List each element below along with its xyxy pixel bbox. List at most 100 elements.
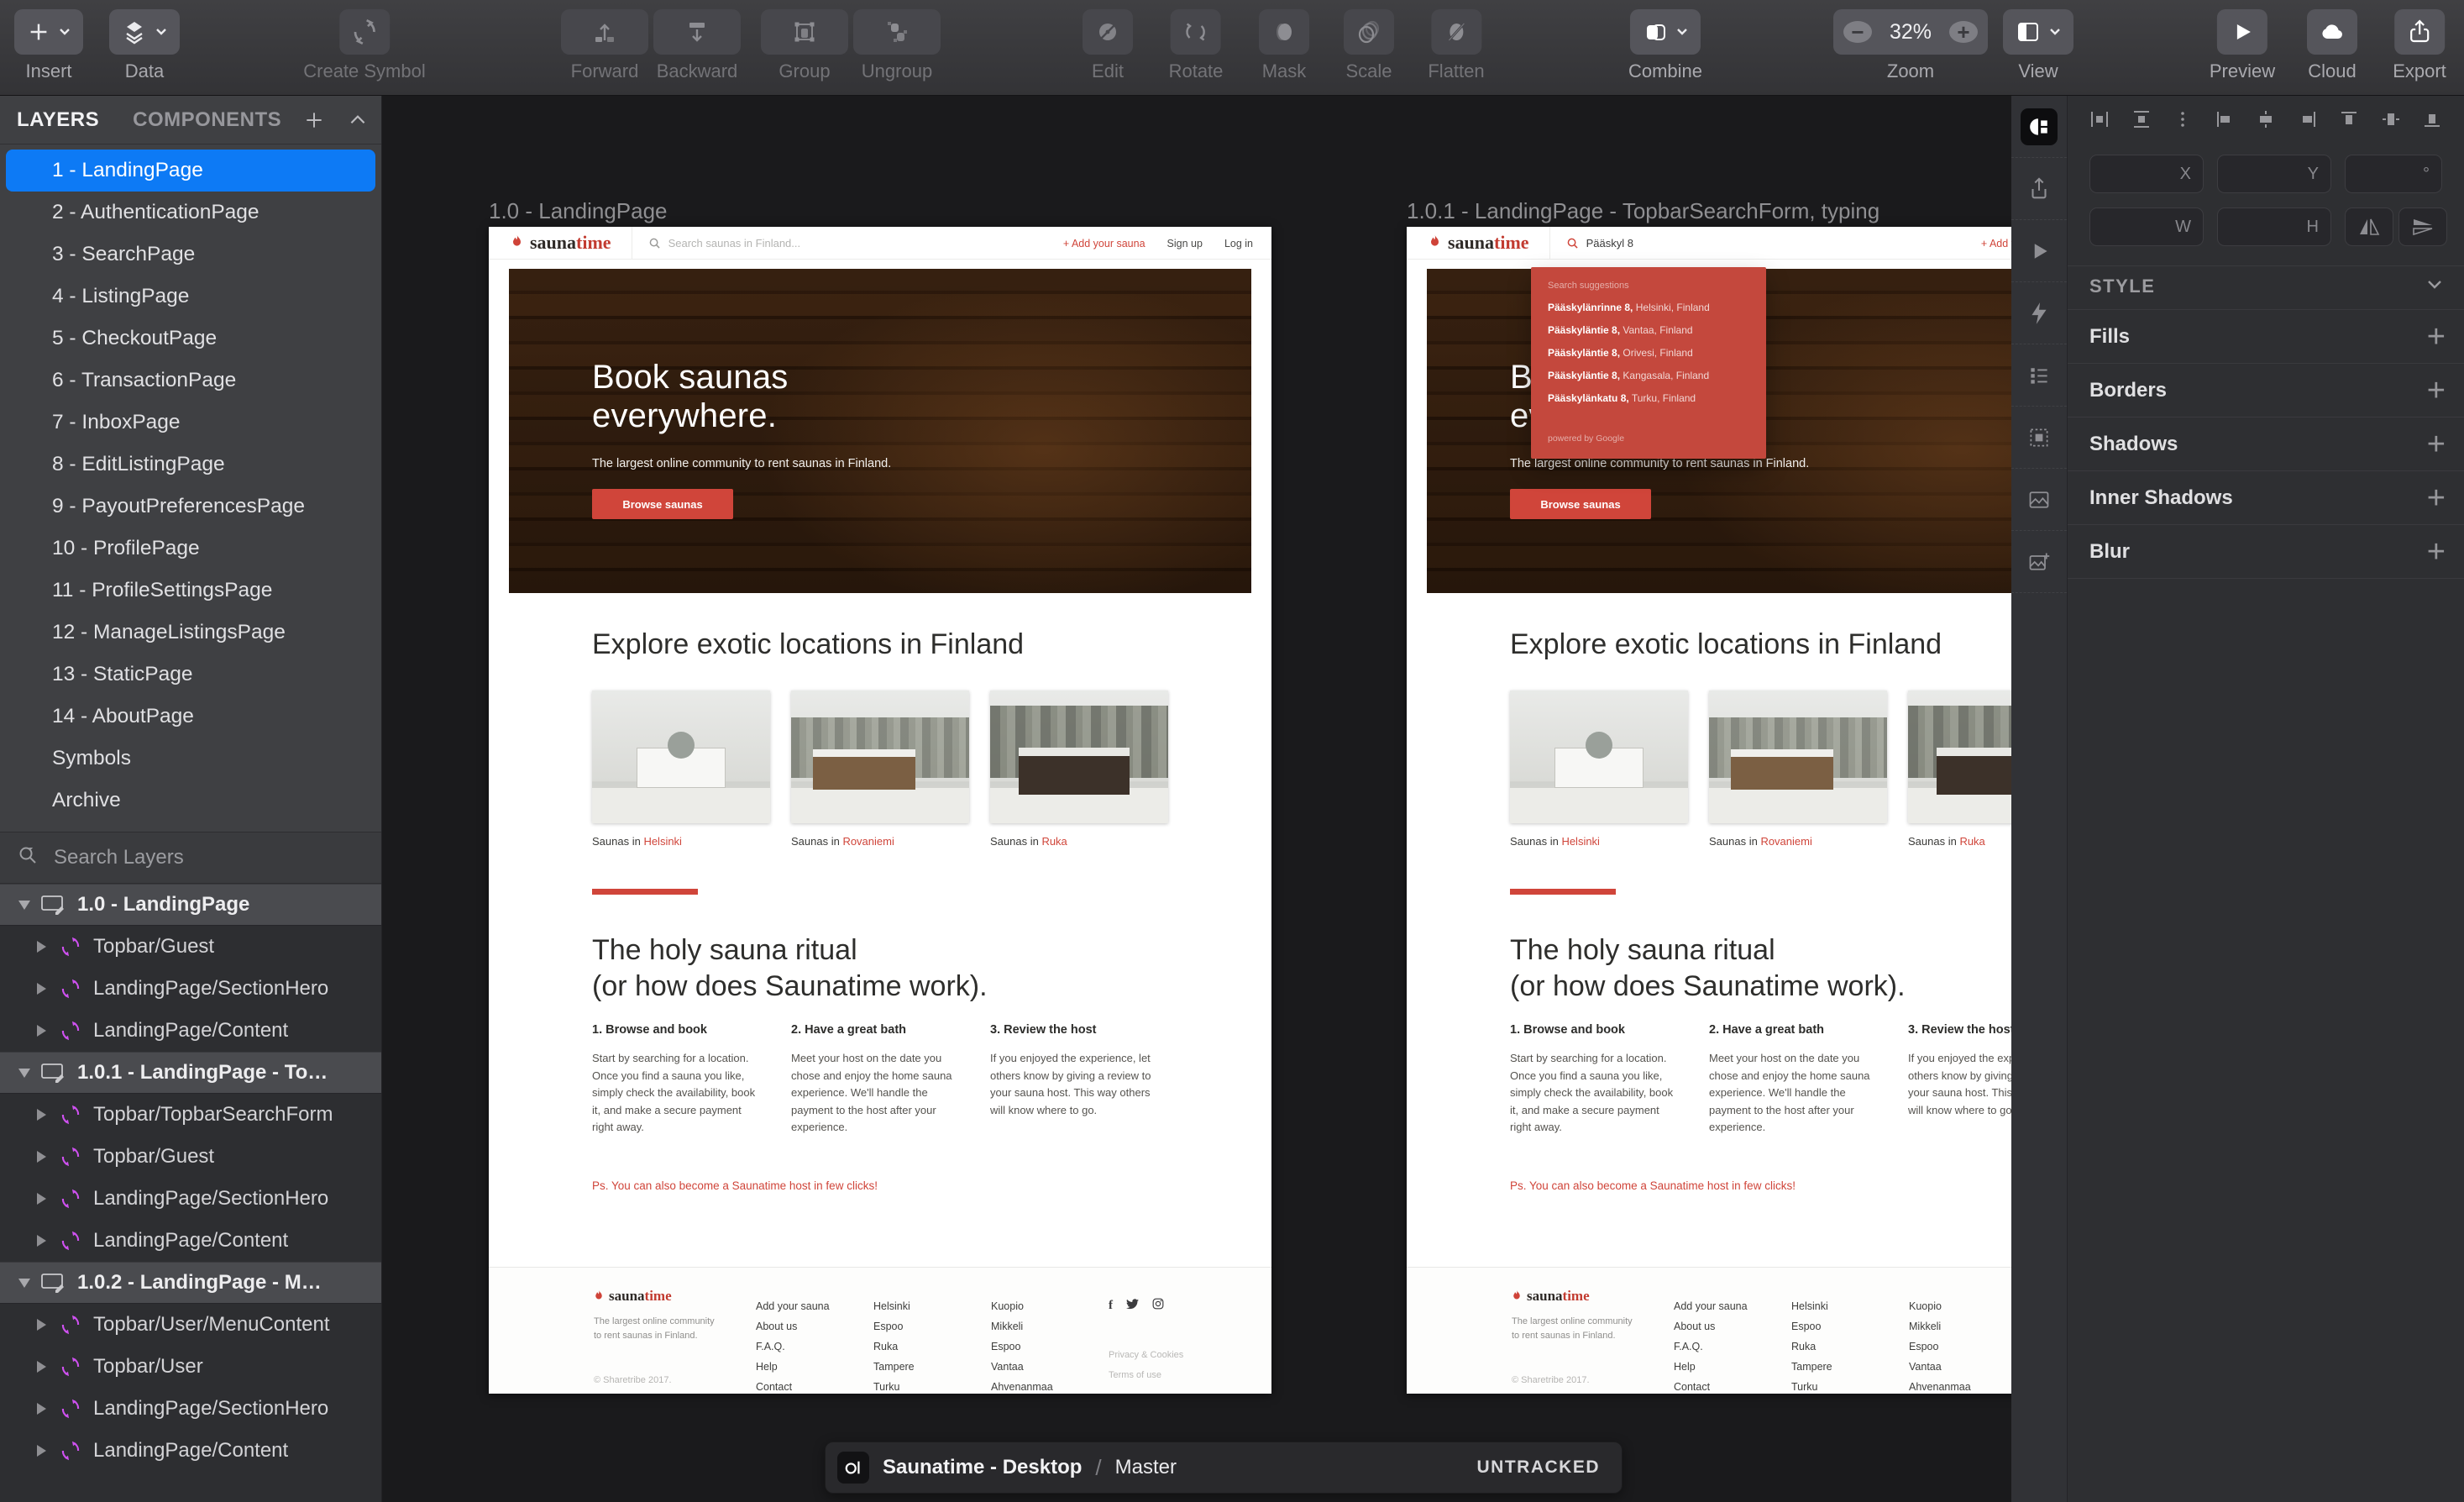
expand-triangle-icon[interactable]	[37, 1193, 46, 1205]
collapse-triangle-icon[interactable]	[18, 901, 30, 910]
lp-location-card[interactable]: Saunas in Rovaniemi	[1709, 691, 1887, 848]
image-add-plugin-button[interactable]	[2011, 531, 2067, 593]
version-control-bar[interactable]: Saunatime - Desktop / Master UNTRACKED	[825, 1442, 1623, 1494]
footer-link[interactable]: Tampere	[873, 1357, 915, 1377]
lp-host-cta-text[interactable]: Ps. You can also become a Saunatime host…	[592, 1179, 878, 1192]
footer-link[interactable]: About us	[1674, 1316, 1748, 1337]
collapse-triangle-icon[interactable]	[18, 1279, 30, 1288]
page-item[interactable]: 14 - AboutPage	[0, 696, 381, 738]
lp-search-field[interactable]: Search saunas in Finland...	[649, 237, 801, 249]
insert-button[interactable]: Insert	[14, 9, 83, 82]
lp-location-card[interactable]: Saunas in Helsinki	[1510, 691, 1688, 848]
lp-hero-section[interactable]: Book saunaseverywhere. The largest onlin…	[509, 269, 1251, 593]
cloud-button[interactable]: Cloud	[2307, 9, 2357, 82]
canvas[interactable]: 1.0 - LandingPage 1.0.1 - LandingPage - …	[382, 96, 2011, 1502]
add-page-button[interactable]	[303, 109, 325, 131]
footer-link[interactable]: Mikkeli	[1909, 1316, 1971, 1337]
lp-browse-saunas-button[interactable]: Browse saunas	[592, 489, 733, 519]
expand-triangle-icon[interactable]	[37, 941, 46, 953]
chevron-down-icon[interactable]	[2425, 279, 2444, 295]
lp-location-card[interactable]: Saunas in Ruka	[1908, 691, 2011, 848]
search-suggestion[interactable]: Pääskylänrinne 8, Helsinki, Finland	[1548, 302, 1766, 313]
footer-link[interactable]: Mikkeli	[991, 1316, 1053, 1337]
height-input[interactable]	[2226, 212, 2302, 242]
group-button[interactable]: Group	[761, 9, 848, 82]
flatten-button[interactable]: Flatten	[1428, 9, 1484, 82]
ungroup-button[interactable]: Ungroup	[853, 9, 941, 82]
page-item[interactable]: 8 - EditListingPage	[0, 444, 381, 486]
artboard-layer-row[interactable]: 1.0 - LandingPage	[0, 884, 381, 926]
footer-link[interactable]: Ruka	[873, 1337, 915, 1357]
distribute-horizontal-icon[interactable]	[2089, 109, 2110, 134]
symbol-layer-row[interactable]: LandingPage/Content	[0, 1430, 381, 1472]
page-item[interactable]: 1 - LandingPage	[6, 150, 375, 192]
expand-triangle-icon[interactable]	[37, 1361, 46, 1373]
search-suggestion[interactable]: Pääskylänkatu 8, Turku, Finland	[1548, 392, 1766, 404]
export-button[interactable]: Export	[2393, 9, 2446, 82]
share-plugin-button[interactable]	[2011, 158, 2067, 220]
align-left-icon[interactable]	[2215, 109, 2235, 134]
align-bottom-icon[interactable]	[2422, 109, 2442, 134]
expand-triangle-icon[interactable]	[37, 1151, 46, 1163]
footer-link[interactable]: Espoo	[991, 1337, 1053, 1357]
footer-link[interactable]: Help	[1674, 1357, 1748, 1377]
expand-triangle-icon[interactable]	[37, 1025, 46, 1037]
align-top-icon[interactable]	[2339, 109, 2359, 134]
zoom-in-button[interactable]: +	[1949, 21, 1978, 43]
artboard-landing-page-search-typing[interactable]: saunatime Pääskyl 8 + Add your sauna Sig…	[1407, 227, 2011, 1394]
symbol-layer-row[interactable]: Topbar/User/MenuContent	[0, 1304, 381, 1346]
collapse-triangle-icon[interactable]	[18, 1069, 30, 1078]
page-item[interactable]: 4 - ListingPage	[0, 276, 381, 318]
view-button[interactable]: View	[2003, 9, 2073, 82]
width-input[interactable]	[2099, 212, 2174, 242]
flip-vertical-button[interactable]	[2398, 207, 2447, 246]
page-item[interactable]: 7 - InboxPage	[0, 402, 381, 444]
page-item[interactable]: 12 - ManageListingsPage	[0, 612, 381, 654]
footer-link[interactable]: Terms of use	[1109, 1365, 1183, 1385]
footer-link[interactable]: Turku	[1791, 1377, 1832, 1394]
footer-link[interactable]: Vantaa	[991, 1357, 1053, 1377]
flip-horizontal-button[interactable]	[2345, 207, 2393, 246]
add-blur-button[interactable]: +	[2427, 536, 2446, 568]
saunatime-logo[interactable]: saunatime	[511, 232, 611, 254]
expand-triangle-icon[interactable]	[37, 1445, 46, 1457]
image-swap-plugin-button[interactable]	[2011, 469, 2067, 531]
footer-link[interactable]: About us	[756, 1316, 830, 1337]
lp-location-card[interactable]: Saunas in Ruka	[990, 691, 1168, 848]
footer-link[interactable]: Espoo	[873, 1316, 915, 1337]
lp-location-card[interactable]: Saunas in Rovaniemi	[791, 691, 969, 848]
footer-link[interactable]: Contact	[756, 1377, 830, 1394]
facebook-icon[interactable]: f	[1109, 1299, 1113, 1313]
lp-browse-saunas-button[interactable]: Browse saunas	[1510, 489, 1651, 519]
more-options-icon[interactable]	[2173, 109, 2193, 134]
symbol-layer-row[interactable]: Topbar/TopbarSearchForm	[0, 1094, 381, 1136]
add-shadow-button[interactable]: +	[2427, 428, 2446, 460]
preview-plugin-button[interactable]	[2011, 220, 2067, 282]
add-inner-shadow-button[interactable]: +	[2427, 482, 2446, 514]
instagram-icon[interactable]	[1152, 1298, 1164, 1314]
lp-login-link[interactable]: Log in	[1224, 238, 1253, 249]
symbol-layer-row[interactable]: Topbar/Guest	[0, 1136, 381, 1178]
footer-link[interactable]: Privacy & Cookies	[1109, 1345, 1183, 1365]
page-item[interactable]: 13 - StaticPage	[0, 654, 381, 696]
branch-name[interactable]: Master	[1115, 1456, 1177, 1479]
footer-link[interactable]: Espoo	[1791, 1316, 1832, 1337]
footer-link[interactable]: Helsinki	[873, 1296, 915, 1316]
page-item[interactable]: 3 - SearchPage	[0, 234, 381, 276]
y-input[interactable]	[2226, 159, 2302, 189]
expand-triangle-icon[interactable]	[37, 1403, 46, 1415]
x-input[interactable]	[2099, 159, 2174, 189]
symbol-layer-row[interactable]: LandingPage/SectionHero	[0, 1178, 381, 1220]
distribute-vertical-icon[interactable]	[2131, 109, 2152, 134]
twitter-icon[interactable]	[1126, 1299, 1139, 1314]
list-plugin-button[interactable]	[2011, 344, 2067, 407]
page-item[interactable]: 10 - ProfilePage	[0, 528, 381, 570]
footer-link[interactable]: Kuopio	[1909, 1296, 1971, 1316]
lp-location-card[interactable]: Saunas in Helsinki	[592, 691, 770, 848]
page-item[interactable]: Symbols	[0, 738, 381, 780]
align-right-icon[interactable]	[2298, 109, 2318, 134]
symbol-layer-row[interactable]: LandingPage/Content	[0, 1010, 381, 1052]
artboard-landing-page[interactable]: saunatime Search saunas in Finland... + …	[489, 227, 1271, 1394]
align-middle-vertical-icon[interactable]	[2381, 109, 2401, 134]
footer-link[interactable]: Espoo	[1909, 1337, 1971, 1357]
